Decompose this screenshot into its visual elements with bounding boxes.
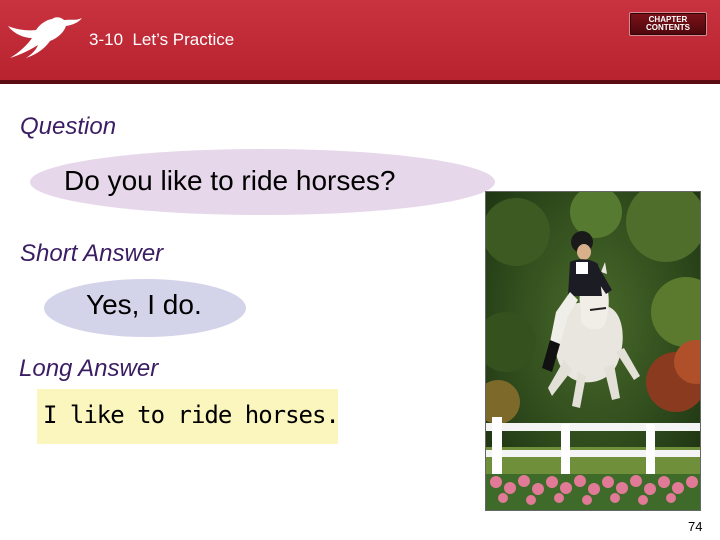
page-number: 74 (688, 519, 703, 534)
question-text: Do you like to ride horses? (64, 165, 396, 196)
photo-illustration (486, 192, 700, 510)
question-label: Question (20, 113, 117, 140)
slide-title: 3-10 Let’s Practice (89, 30, 235, 49)
swallow-bird-icon (8, 17, 82, 58)
horse-jumping-photo (485, 191, 701, 511)
chapter-button-line2: CONTENTS (646, 23, 690, 32)
short-answer-text: Yes, I do. (86, 289, 202, 320)
header-divider (0, 80, 720, 84)
long-answer-label: Long Answer (19, 355, 159, 382)
long-answer-text: I like to ride horses. (43, 401, 340, 429)
slide: 3-10 Let’s Practice CHAPTER CONTENTS Que… (0, 0, 720, 540)
chapter-contents-button[interactable]: CHAPTER CONTENTS (629, 12, 707, 36)
short-answer-label: Short Answer (20, 240, 164, 267)
